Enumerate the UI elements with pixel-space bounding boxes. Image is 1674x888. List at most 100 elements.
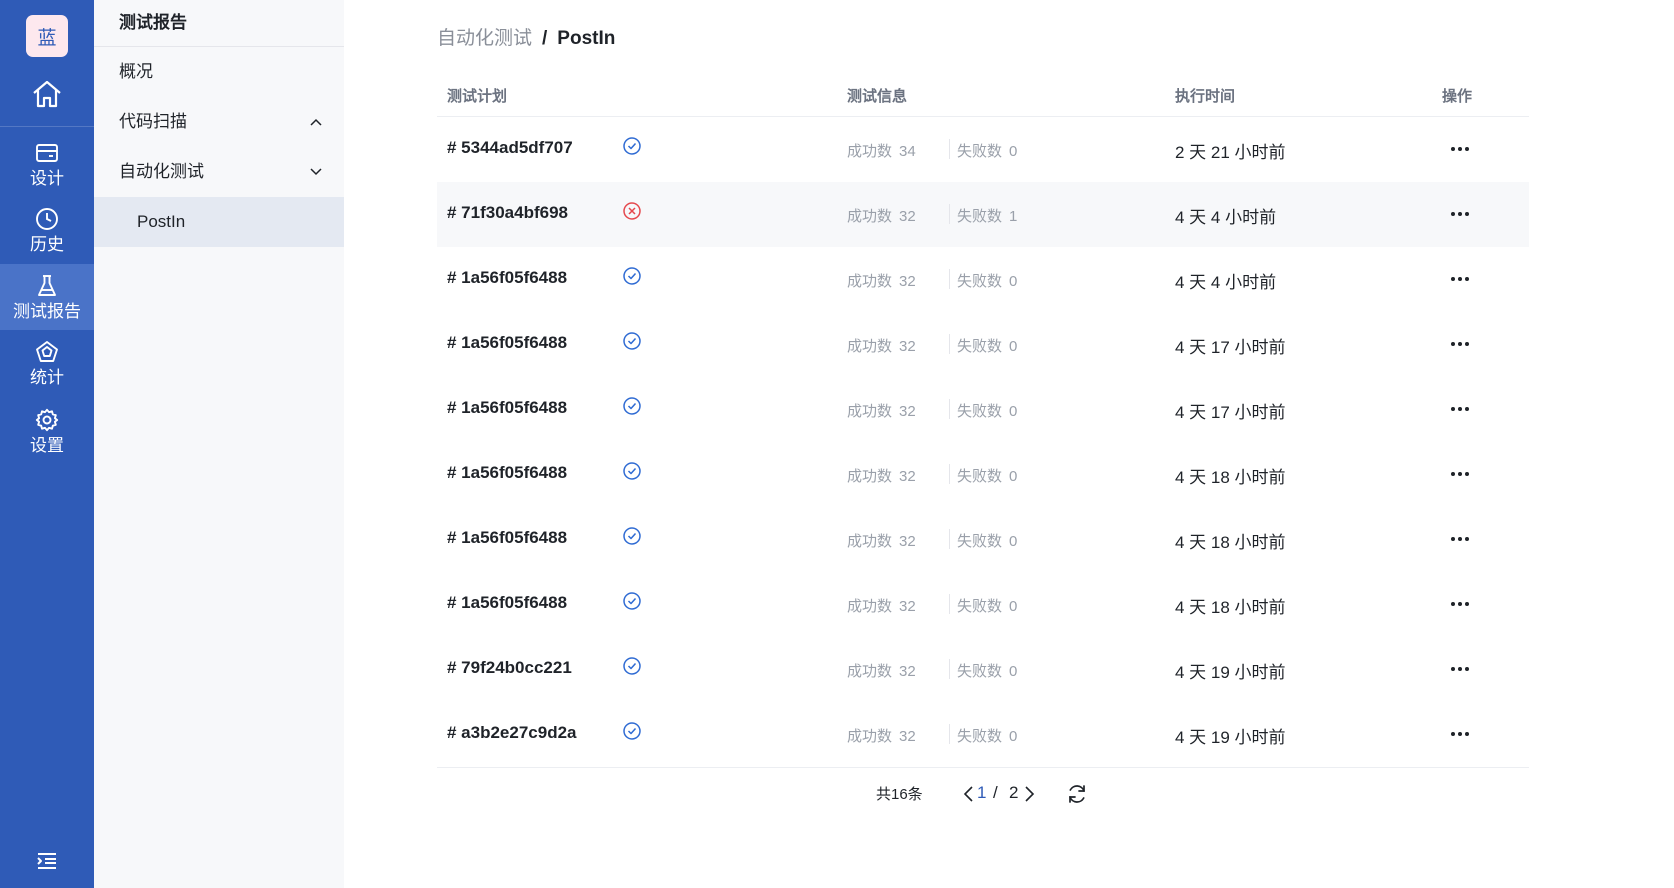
- menu-collapse-icon[interactable]: [34, 850, 60, 872]
- success-count: 成功数 32: [847, 270, 916, 291]
- home-icon[interactable]: [27, 76, 67, 112]
- plan-id[interactable]: # 1a56f05f6488: [447, 398, 567, 418]
- plan-id[interactable]: # 71f30a4bf698: [447, 203, 568, 223]
- plan-id[interactable]: # 5344ad5df707: [447, 138, 573, 158]
- success-label: 成功数: [847, 208, 893, 225]
- table-header: 测试计划 测试信息 执行时间 操作: [437, 78, 1529, 117]
- chevron-right-icon[interactable]: [1023, 785, 1037, 803]
- table-row[interactable]: # 1a56f05f6488 成功数 32 失败数 0 4 天 18 小时前: [437, 442, 1529, 507]
- fail-count: 失败数 0: [957, 335, 1017, 356]
- execution-time: 4 天 19 小时前: [1175, 728, 1286, 747]
- more-icon[interactable]: [1448, 332, 1472, 356]
- chevron-left-icon[interactable]: [961, 785, 975, 803]
- rail-item-label: 设置: [30, 435, 64, 455]
- success-label: 成功数: [847, 273, 893, 290]
- plan-id[interactable]: # 1a56f05f6488: [447, 593, 567, 613]
- execution-time: 2 天 21 小时前: [1175, 143, 1286, 162]
- breadcrumb: 自动化测试 / PostIn: [437, 26, 615, 52]
- main-content: 自动化测试 / PostIn 测试计划 测试信息 执行时间 操作 # 5344ad5…: [344, 0, 1674, 888]
- breadcrumb-parent[interactable]: 自动化测试: [437, 28, 532, 49]
- more-icon[interactable]: [1448, 137, 1472, 161]
- success-count: 成功数 32: [847, 725, 916, 746]
- info-divider: [949, 334, 950, 354]
- more-icon[interactable]: [1448, 527, 1472, 551]
- sidebar-item-postin[interactable]: PostIn: [94, 197, 344, 247]
- more-icon[interactable]: [1448, 267, 1472, 291]
- status-fail-icon: [622, 201, 642, 221]
- fail-label: 失败数: [957, 533, 1003, 550]
- more-icon[interactable]: [1448, 202, 1472, 226]
- header-plan: 测试计划: [447, 88, 508, 105]
- secondary-sidebar: 测试报告 概况 代码扫描 自动化测试 PostIn: [94, 0, 344, 888]
- plan-id[interactable]: # 1a56f05f6488: [447, 268, 567, 288]
- table-row[interactable]: # a3b2e27c9d2a 成功数 32 失败数 0 4 天 19 小时前: [437, 702, 1529, 767]
- fail-value: 1: [1009, 208, 1018, 225]
- fail-label: 失败数: [957, 468, 1003, 485]
- success-count: 成功数 32: [847, 660, 916, 681]
- sidebar-item-automation[interactable]: 自动化测试: [94, 147, 344, 197]
- rail-item-history[interactable]: 历史: [0, 197, 94, 263]
- more-icon[interactable]: [1448, 462, 1472, 486]
- fail-value: 0: [1009, 273, 1018, 290]
- info-divider: [949, 139, 950, 159]
- breadcrumb-separator: /: [542, 28, 548, 49]
- execution-time: 4 天 17 小时前: [1175, 403, 1286, 422]
- success-label: 成功数: [847, 663, 893, 680]
- execution-time: 4 天 18 小时前: [1175, 533, 1286, 552]
- sidebar-item-label: PostIn: [137, 212, 186, 231]
- rail-item-design[interactable]: 设计: [0, 131, 94, 197]
- info-divider: [949, 529, 950, 549]
- plan-id[interactable]: # 79f24b0cc221: [447, 658, 572, 678]
- plan-id[interactable]: # 1a56f05f6488: [447, 463, 567, 483]
- more-icon[interactable]: [1448, 722, 1472, 746]
- breadcrumb-current: PostIn: [557, 28, 616, 49]
- header-info: 测试信息: [847, 88, 908, 105]
- status-pass-icon: [622, 331, 642, 351]
- table-row[interactable]: # 1a56f05f6488 成功数 32 失败数 0 4 天 17 小时前: [437, 312, 1529, 377]
- success-count: 成功数 32: [847, 465, 916, 486]
- plan-id[interactable]: # a3b2e27c9d2a: [447, 723, 577, 743]
- execution-time: 4 天 18 小时前: [1175, 468, 1286, 487]
- table-row[interactable]: # 5344ad5df707 成功数 34 失败数 0 2 天 21 小时前: [437, 117, 1529, 182]
- refresh-icon[interactable]: [1066, 783, 1088, 805]
- header-action: 操作: [1442, 88, 1473, 105]
- app-logo[interactable]: 蓝: [26, 15, 68, 57]
- fail-label: 失败数: [957, 143, 1003, 160]
- success-value: 32: [899, 273, 916, 290]
- more-icon[interactable]: [1448, 397, 1472, 421]
- more-icon[interactable]: [1448, 592, 1472, 616]
- success-value: 32: [899, 728, 916, 745]
- table-row[interactable]: # 1a56f05f6488 成功数 32 失败数 0 4 天 17 小时前: [437, 377, 1529, 442]
- success-value: 32: [899, 338, 916, 355]
- pagination-current[interactable]: 1: [977, 783, 986, 803]
- table-row[interactable]: # 79f24b0cc221 成功数 32 失败数 0 4 天 19 小时前: [437, 637, 1529, 702]
- sidebar-item-code-scan[interactable]: 代码扫描: [94, 97, 344, 147]
- table-body: # 5344ad5df707 成功数 34 失败数 0 2 天 21 小时前 # 71f30…: [437, 117, 1529, 767]
- status-pass-icon: [622, 461, 642, 481]
- fail-count: 失败数 0: [957, 660, 1017, 681]
- rail-item-settings[interactable]: 设置: [0, 398, 94, 464]
- table-row[interactable]: # 1a56f05f6488 成功数 32 失败数 0 4 天 4 小时前: [437, 247, 1529, 312]
- success-count: 成功数 32: [847, 205, 916, 226]
- status-pass-icon: [622, 591, 642, 611]
- plan-id[interactable]: # 1a56f05f6488: [447, 333, 567, 353]
- rail-item-test-report[interactable]: 测试报告: [0, 264, 94, 330]
- rail-item-statistics[interactable]: 统计: [0, 330, 94, 396]
- test-report-table: 测试计划 测试信息 执行时间 操作 # 5344ad5df707 成功数 34 失败数…: [437, 78, 1529, 767]
- success-label: 成功数: [847, 533, 893, 550]
- app-rail: 蓝 设计 历史 测试报告 统计 设置: [0, 0, 94, 888]
- fail-value: 0: [1009, 663, 1018, 680]
- table-row[interactable]: # 1a56f05f6488 成功数 32 失败数 0 4 天 18 小时前: [437, 507, 1529, 572]
- success-count: 成功数 32: [847, 400, 916, 421]
- more-icon[interactable]: [1448, 657, 1472, 681]
- sidebar-item-overview[interactable]: 概况: [94, 47, 344, 97]
- sidebar-item-label: 概况: [119, 62, 153, 81]
- chevron-up-icon: [310, 97, 322, 147]
- fail-value: 0: [1009, 533, 1018, 550]
- success-label: 成功数: [847, 598, 893, 615]
- success-value: 32: [899, 533, 916, 550]
- fail-count: 失败数 0: [957, 595, 1017, 616]
- plan-id[interactable]: # 1a56f05f6488: [447, 528, 567, 548]
- table-row[interactable]: # 1a56f05f6488 成功数 32 失败数 0 4 天 18 小时前: [437, 572, 1529, 637]
- table-row[interactable]: # 71f30a4bf698 成功数 32 失败数 1 4 天 4 小时前: [437, 182, 1529, 247]
